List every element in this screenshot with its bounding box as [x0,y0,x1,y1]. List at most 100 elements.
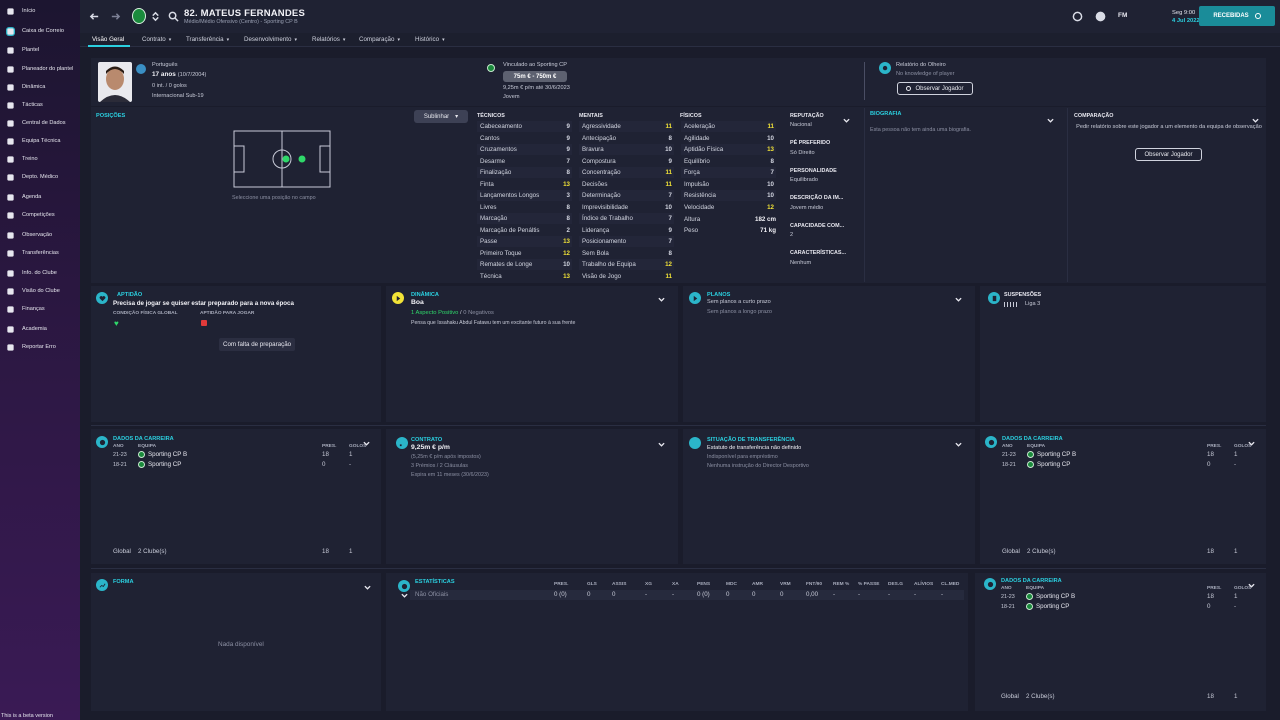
stats-cell: - [888,591,891,598]
fm-button[interactable]: FM [1118,12,1127,19]
sidebar-item-14[interactable]: Info. do Clube [0,265,80,281]
stats-col-header[interactable]: ALÍVIOS [914,582,933,587]
stats-col-header[interactable]: AMR [752,582,763,587]
chevron-down-icon[interactable] [1047,117,1054,124]
sidebar-item-18[interactable]: Reportar Erro [0,339,80,355]
chevron-down-icon[interactable] [658,441,665,448]
sidebar-item-13[interactable]: Transferências [0,245,80,261]
attr-name: Concentração [582,169,621,176]
tab-label: Transferência [186,36,224,43]
career-team[interactable]: Sporting CP [1027,460,1070,468]
club-logo[interactable] [132,8,146,24]
stats-col-header[interactable]: CL.MED [941,582,959,587]
sidebar-item-8[interactable]: Treino [0,151,80,167]
stats-col-header[interactable]: FNT/90 [806,582,822,587]
sidebar-item-4[interactable]: Dinâmica [0,79,80,95]
tab-0[interactable]: Visão Geral [92,36,124,43]
attr-value: 9 [668,157,672,165]
sidebar-item-17[interactable]: Academia [0,321,80,337]
contract-title[interactable]: CONTRATO [411,437,442,443]
career-goals: - [1234,602,1237,610]
positions-title[interactable]: POSIÇÕES [96,113,125,119]
career-team[interactable]: Sporting CP [138,460,181,468]
stats-col-header[interactable]: ASSIS [612,582,626,587]
sidebar-item-0[interactable]: Início [0,3,80,19]
highlight-dropdown[interactable]: Sublinhar ▾ [414,110,468,123]
career-title[interactable]: DADOS DA CARREIRA [1001,578,1062,584]
sidebar-item-6[interactable]: Central de Dados [0,115,80,131]
plans-title[interactable]: PLANOS [707,292,730,298]
physical-attr-row: Agilidade 10 [681,133,776,144]
career-team[interactable]: Sporting CP B [1027,451,1076,458]
chevron-down-icon[interactable] [364,584,371,591]
sidebar-item-9[interactable]: Depto. Médico [0,169,80,185]
stats-col-header[interactable]: REM % [833,582,849,587]
forward-button[interactable] [108,9,122,23]
help-button[interactable] [1093,9,1107,23]
stats-title[interactable]: ESTATÍSTICAS [415,579,455,585]
tab-4[interactable]: Relatórios ▾ [312,36,345,43]
sidebar-item-10[interactable]: Agenda [0,189,80,205]
dynamics-icon [392,292,404,304]
sidebar-item-7[interactable]: Equipa Técnica [0,133,80,149]
attr-name: Cantos [480,134,500,142]
bug-icon [6,343,15,352]
chevron-down-icon[interactable] [363,440,370,447]
chevron-down-icon[interactable] [843,117,850,124]
stats-col-header[interactable]: PRES. [554,582,568,587]
stats-col-header[interactable]: GLS [587,582,597,587]
sidebar-item-5[interactable]: Tácticas [0,97,80,113]
career-team[interactable]: Sporting CP B [138,451,187,458]
stats-col-header[interactable]: DES.G [888,582,903,587]
sidebar-item-3[interactable]: Planeador do plantel [0,61,80,77]
career-icon [985,436,997,448]
chevron-down-icon[interactable] [401,592,408,599]
career-team[interactable]: Sporting CP [1026,602,1069,610]
sidebar-item-15[interactable]: Visão do Clube [0,283,80,299]
received-button[interactable]: RECEBIDAS [1199,6,1275,26]
stats-col-header[interactable]: XA [672,582,679,587]
suspensions-title: SUSPENSÕES [1004,292,1042,298]
stats-col-header[interactable]: PENS [697,582,710,587]
career-year: 21-23 [1001,594,1015,600]
career-team[interactable]: Sporting CP B [1026,593,1075,600]
sidebar-item-label: Visão do Clube [22,288,60,294]
stats-col-header[interactable]: MDC [726,582,737,587]
chevron-down-icon[interactable] [1248,582,1255,589]
ball-button[interactable] [1070,9,1084,23]
stats-col-header[interactable]: % PASSE [858,582,880,587]
sidebar-item-1[interactable]: Caixa de Correio [0,23,80,39]
back-button[interactable] [87,9,101,23]
sidebar-item-12[interactable]: Observação [0,227,80,243]
sidebar-item-11[interactable]: Competições [0,207,80,223]
club-switch-button[interactable] [148,9,162,23]
chevron-down-icon[interactable] [658,296,665,303]
transfer-title[interactable]: SITUAÇÃO DE TRANSFERÊNCIA [707,437,795,443]
attr-value: 9 [566,146,570,153]
stats-col-header[interactable]: VRM [780,582,791,587]
scout-player-button[interactable]: Observar Jogador [897,82,973,95]
sidebar-item-16[interactable]: Finanças [0,301,80,317]
tab-3[interactable]: Desenvolvimento ▾ [244,36,297,43]
pitch-diagram[interactable] [233,130,331,188]
sidebar-item-2[interactable]: Plantel [0,42,80,58]
career-title[interactable]: DADOS DA CARREIRA [1002,436,1063,442]
tab-1[interactable]: Contrato ▾ [142,36,171,43]
stats-col-header[interactable]: XG [645,582,652,587]
negative-count: 0 Negativos [463,310,494,316]
chevron-down-icon[interactable] [1248,440,1255,447]
tab-6[interactable]: Histórico ▾ [415,36,445,43]
chevron-down-icon[interactable] [955,441,962,448]
career-total-goals: 1 [1234,693,1238,700]
biography-title[interactable]: BIOGRAFIA [870,111,901,117]
chevron-down-icon[interactable] [955,296,962,303]
fitness-title[interactable]: APTIDÃO [117,292,142,298]
career-title[interactable]: DADOS DA CARREIRA [113,436,174,442]
compare-scout-button[interactable]: Observar Jogador [1135,148,1202,161]
form-title[interactable]: FORMA [113,579,134,585]
medical-icon [6,173,15,182]
dynamics-title[interactable]: DINÂMICA [411,292,439,298]
search-button[interactable] [166,9,180,23]
tab-2[interactable]: Transferência ▾ [186,36,229,43]
tab-5[interactable]: Comparação ▾ [359,36,400,43]
